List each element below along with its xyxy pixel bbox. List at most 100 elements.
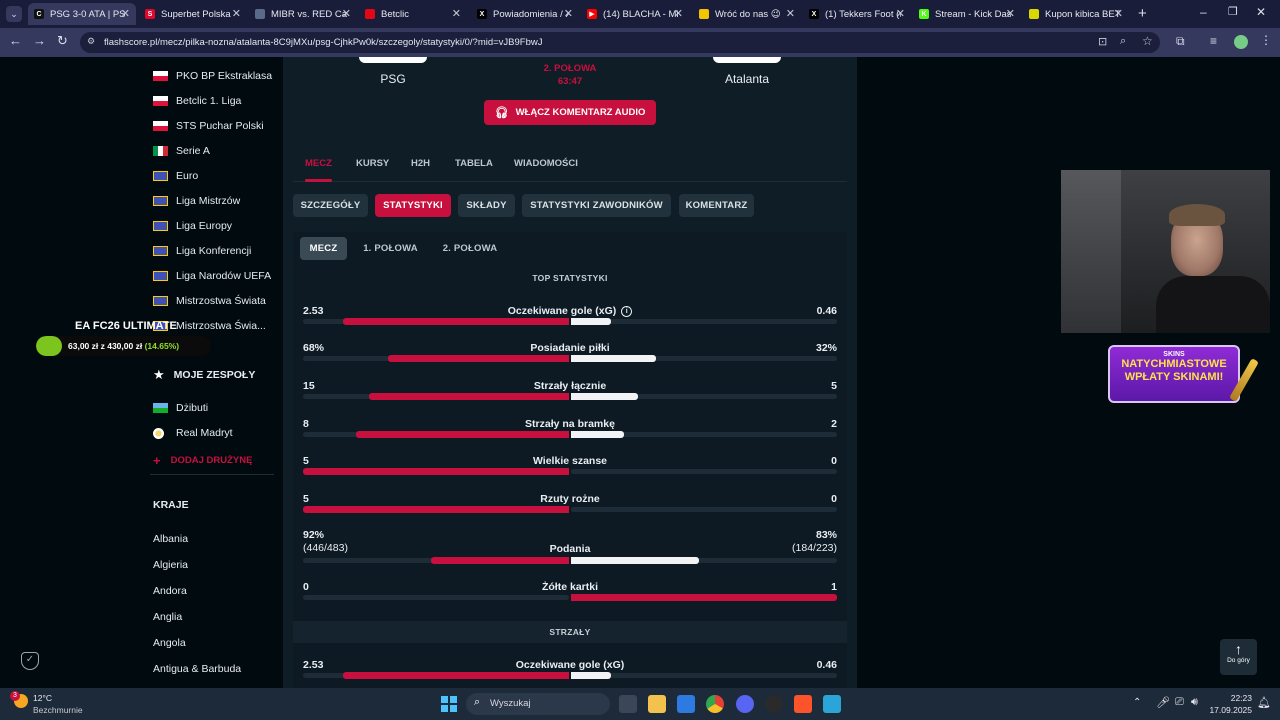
sidebar-country-item[interactable]: Andora [153,585,187,597]
match-nav-tab[interactable]: H2H [411,158,430,169]
stat-bar-away [571,318,611,325]
browser-tab[interactable]: K Stream - Kick Dash ✕ [913,3,1021,25]
shield-check-icon[interactable]: ✓ [21,652,39,670]
sidebar-league-item[interactable]: Betclic 1. Liga [153,95,241,107]
sidebar-country-item[interactable]: Anglia [153,611,182,623]
maximize-button[interactable]: ❐ [1228,5,1238,18]
match-sub-tab[interactable]: SZCZEGÓŁY [293,194,368,217]
bookmark-star-icon[interactable]: ☆ [1142,34,1153,48]
match-sub-tab[interactable]: STATYSTYKI ZAWODNIKÓW [522,194,671,217]
stat-label-text: Oczekiwane gole (xG) [515,659,625,671]
back-icon[interactable]: ← [9,33,22,48]
tab-close-icon[interactable]: ✕ [342,7,351,20]
notification-bell-icon[interactable]: 🔔︎ [1257,696,1271,709]
sidebar-league-item[interactable]: Serie A [153,145,210,157]
taskbar-search-box[interactable]: ⌕ Wyszukaj [466,693,610,715]
windows-start-icon[interactable] [441,696,457,712]
url-field[interactable]: ⚙ flashscore.pl/mecz/pilka-nozna/atalant… [80,32,1160,53]
browser-tab[interactable]: ▶ (14) BLACHA - Mi ✕ [581,3,689,25]
minimize-button[interactable]: – [1200,5,1207,19]
media-control-icon[interactable]: ≡ [1210,34,1217,48]
sidebar-country-item[interactable]: Algieria [153,559,188,571]
away-team-name[interactable]: Atalanta [703,72,791,86]
skins-ad-banner[interactable]: SKINS NATYCHMIASTOWE WPŁATY SKINAMI! [1108,345,1240,403]
reload-icon[interactable]: ↻ [57,33,68,49]
forward-icon[interactable]: → [33,33,46,48]
new-tab-button[interactable]: + [1138,5,1147,22]
sidebar-league-item[interactable]: Euro [153,170,198,182]
match-sub-tab[interactable]: KOMENTARZ [679,194,754,217]
browser-tab[interactable]: MIBR vs. RED Canids✕ [249,3,357,25]
match-nav-tab[interactable]: MECZ [305,158,332,169]
volume-icon[interactable]: 🔊︎ [1191,696,1198,709]
tab-close-icon[interactable]: ✕ [1006,7,1015,20]
match-nav-tab[interactable]: TABELA [455,158,493,169]
profile-avatar[interactable] [1234,35,1248,49]
sidebar-league-item[interactable]: PKO BP Ekstraklasa [153,70,272,82]
sidebar-league-item[interactable]: Liga Narodów UEFA [153,270,271,282]
match-sub-tab[interactable]: STATYSTYKI [375,194,451,217]
clock-time[interactable]: 22:23 [1212,693,1252,703]
tab-close-icon[interactable]: ✕ [564,7,573,20]
sidebar-team-item[interactable]: Real Madryt [153,427,233,439]
browser-tab[interactable]: X Powiadomienia / X ✕ [471,3,579,25]
tab-close-icon[interactable]: ✕ [896,7,905,20]
sidebar-country-item[interactable]: Antigua & Barbuda [153,663,241,675]
match-nav-tab[interactable]: KURSY [356,158,389,169]
stat-label: Wielkie szanse [303,455,837,467]
close-window-button[interactable]: ✕ [1256,5,1266,19]
home-team-name[interactable]: PSG [359,72,427,86]
discord-icon[interactable] [736,695,754,713]
add-team-link[interactable]: + DODAJ DRUŻYNĘ [153,453,252,468]
extensions-icon[interactable]: ⧉ [1176,34,1185,49]
install-icon[interactable]: ⊡ [1098,35,1107,48]
match-nav-tab[interactable]: WIADOMOŚCI [514,158,578,169]
microphone-icon[interactable]: 🎤︎ [1156,696,1170,709]
sidebar-league-item[interactable]: Liga Konferencji [153,245,251,257]
flag-icon [153,221,168,231]
task-view-icon[interactable] [619,695,637,713]
zoom-icon[interactable]: ⌕ [1120,35,1126,48]
menu-dots-icon[interactable]: ⋮ [1260,33,1272,47]
notepad-icon[interactable] [823,695,841,713]
browser-tab[interactable]: X (1) Tekkers Foot (@ ✕ [803,3,911,25]
sidebar-country-item[interactable]: Albania [153,533,188,545]
period-tab[interactable]: 1. POŁOWA [354,237,427,260]
brave-icon[interactable] [794,695,812,713]
network-icon[interactable]: ⎚ [1175,696,1184,709]
sidebar-league-item[interactable]: Liga Mistrzów [153,195,240,207]
browser-tab[interactable]: Wróć do nas 😉 ✕ [693,3,801,25]
tab-close-icon[interactable]: ✕ [452,7,461,20]
tab-close-icon[interactable]: ✕ [674,7,683,20]
sidebar-league-item[interactable]: Mistrzostwa Świata [153,295,266,307]
ad-brand: SKINS [1163,351,1185,358]
info-icon[interactable]: i [621,305,633,317]
store-icon[interactable] [677,695,695,713]
browser-tab[interactable]: Betclic ✕ [359,3,467,25]
chrome-icon[interactable] [706,695,724,713]
period-tab[interactable]: MECZ [300,237,347,260]
match-time: 63:47 [557,76,583,87]
browser-tab[interactable]: Kupon kibica BET ✕ [1023,3,1129,25]
tab-close-icon[interactable]: ✕ [121,7,130,20]
app-icon[interactable] [765,695,783,713]
stat-label: Podania [303,543,837,555]
tab-close-icon[interactable]: ✕ [1114,7,1123,20]
browser-tab[interactable]: S Superbet Polska ✕ [139,3,247,25]
tab-search-button[interactable]: ⌄ [6,6,22,22]
clock-date[interactable]: 17.09.2025 [1207,705,1252,715]
scroll-to-top-button[interactable]: ↑ Do góry [1220,639,1257,675]
sidebar-team-item[interactable]: Dżibuti [153,402,208,414]
tray-chevron-icon[interactable]: ⌃ [1133,697,1141,708]
period-tab[interactable]: 2. POŁOWA [435,237,505,260]
sidebar-league-item[interactable]: STS Puchar Polski [153,120,264,132]
audio-commentary-button[interactable]: 🎧︎ WŁĄCZ KOMENTARZ AUDIO [484,100,656,125]
site-info-icon[interactable]: ⚙ [87,36,95,47]
file-explorer-icon[interactable] [648,695,666,713]
match-sub-tab[interactable]: SKŁADY [458,194,515,217]
sidebar-country-item[interactable]: Angola [153,637,186,649]
sidebar-league-item[interactable]: Liga Europy [153,220,232,232]
tab-close-icon[interactable]: ✕ [232,7,241,20]
tab-close-icon[interactable]: ✕ [786,7,795,20]
browser-tab[interactable]: C PSG 3-0 ATA | PSG ✕ [28,3,136,25]
